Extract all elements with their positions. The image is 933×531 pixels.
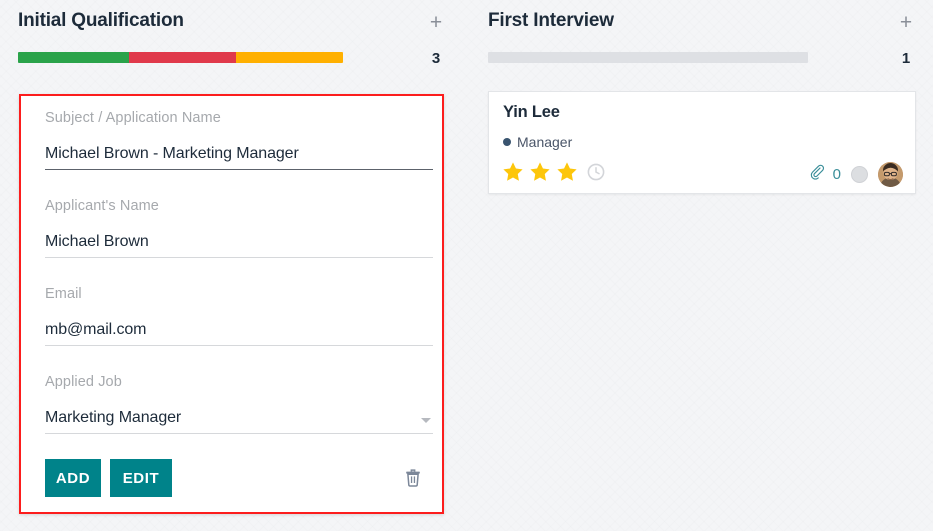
field-value[interactable]: Marketing Manager: [45, 390, 433, 433]
rating-stars[interactable]: [501, 160, 605, 184]
field-applied-job[interactable]: Applied Job Marketing Manager: [45, 374, 433, 434]
field-underline: [45, 345, 433, 346]
attachment-count: 0: [833, 166, 841, 183]
tag-dot-icon: [503, 138, 511, 146]
add-button[interactable]: ADD: [45, 459, 101, 497]
new-record-form: Subject / Application Name Michael Brown…: [19, 94, 444, 514]
field-label: Email: [45, 286, 433, 302]
tag-label: Manager: [517, 134, 572, 150]
field-label: Applied Job: [45, 374, 433, 390]
applicant-name: Yin Lee: [503, 103, 560, 122]
column-count: 3: [424, 50, 448, 67]
field-label: Subject / Application Name: [45, 110, 433, 126]
status-circle-icon[interactable]: [851, 166, 868, 183]
star-icon[interactable]: [501, 160, 525, 184]
paperclip-icon[interactable]: [808, 164, 825, 186]
field-value[interactable]: Michael Brown - Marketing Manager: [45, 126, 433, 169]
progress-segment-empty: [488, 52, 808, 63]
field-underline: [45, 169, 433, 170]
column-title: Initial Qualification: [18, 10, 184, 32]
progress-segment-red: [129, 52, 236, 63]
card-meta: 0: [808, 162, 903, 187]
trash-icon[interactable]: [403, 465, 423, 489]
add-record-button[interactable]: +: [424, 12, 448, 33]
column-title: First Interview: [488, 10, 614, 32]
kanban-board: Initial Qualification + 3 Subject / Appl…: [0, 0, 933, 531]
column-progress-bar: [488, 52, 808, 63]
applicant-card[interactable]: Yin Lee Manager: [488, 91, 916, 194]
edit-button[interactable]: EDIT: [110, 459, 172, 497]
field-applicant-name[interactable]: Applicant's Name Michael Brown: [45, 198, 433, 258]
star-icon[interactable]: [528, 160, 552, 184]
column-progress-bar: [18, 52, 343, 63]
form-actions: ADD EDIT: [45, 459, 433, 499]
chevron-down-icon[interactable]: [421, 418, 431, 423]
star-icon[interactable]: [555, 160, 579, 184]
avatar[interactable]: [878, 162, 903, 187]
field-underline: [45, 257, 433, 258]
column-count: 1: [894, 50, 918, 67]
field-value[interactable]: Michael Brown: [45, 214, 433, 257]
clock-icon[interactable]: [587, 163, 605, 181]
field-email[interactable]: Email mb@mail.com: [45, 286, 433, 346]
progress-segment-green: [18, 52, 129, 63]
applicant-tag: Manager: [503, 134, 572, 150]
field-underline: [45, 433, 433, 434]
add-record-button[interactable]: +: [894, 12, 918, 33]
progress-segment-orange: [236, 52, 343, 63]
field-subject[interactable]: Subject / Application Name Michael Brown…: [45, 110, 433, 170]
field-value[interactable]: mb@mail.com: [45, 302, 433, 345]
field-label: Applicant's Name: [45, 198, 433, 214]
